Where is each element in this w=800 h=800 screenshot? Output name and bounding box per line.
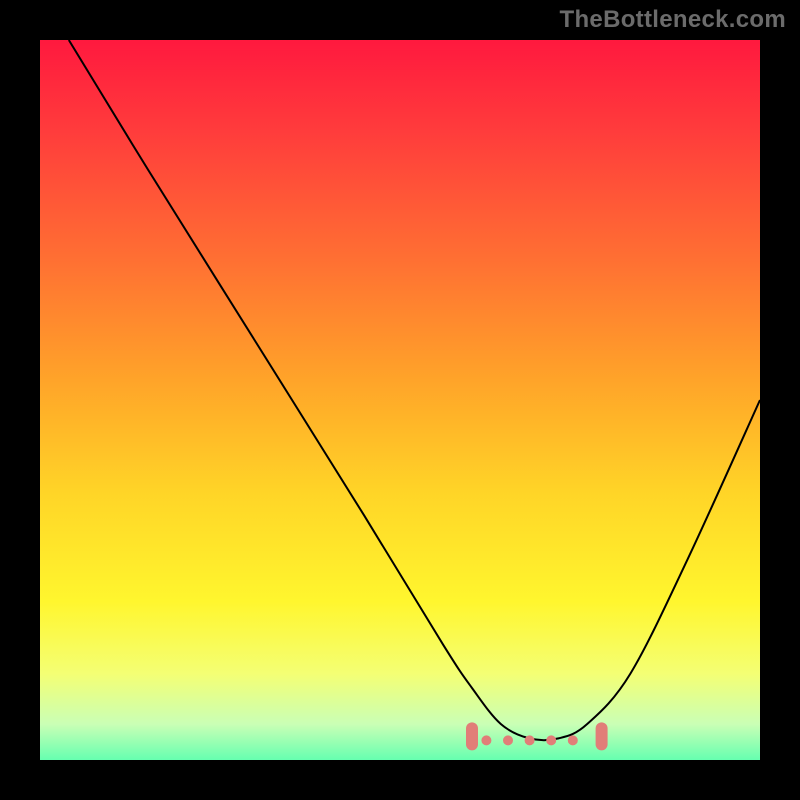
watermark-text: TheBottleneck.com xyxy=(560,6,786,34)
valley-marker-dot xyxy=(568,735,578,745)
valley-marker xyxy=(466,722,478,750)
chart-svg xyxy=(40,40,760,760)
valley-marker-dot xyxy=(481,735,491,745)
valley-markers xyxy=(466,722,608,750)
valley-marker xyxy=(596,722,608,750)
valley-marker-dot xyxy=(525,735,535,745)
valley-marker-dot xyxy=(546,735,556,745)
chart-frame: TheBottleneck.com xyxy=(0,0,800,800)
plot-area xyxy=(40,40,760,760)
valley-marker-dot xyxy=(503,735,513,745)
bottleneck-curve xyxy=(69,40,760,740)
